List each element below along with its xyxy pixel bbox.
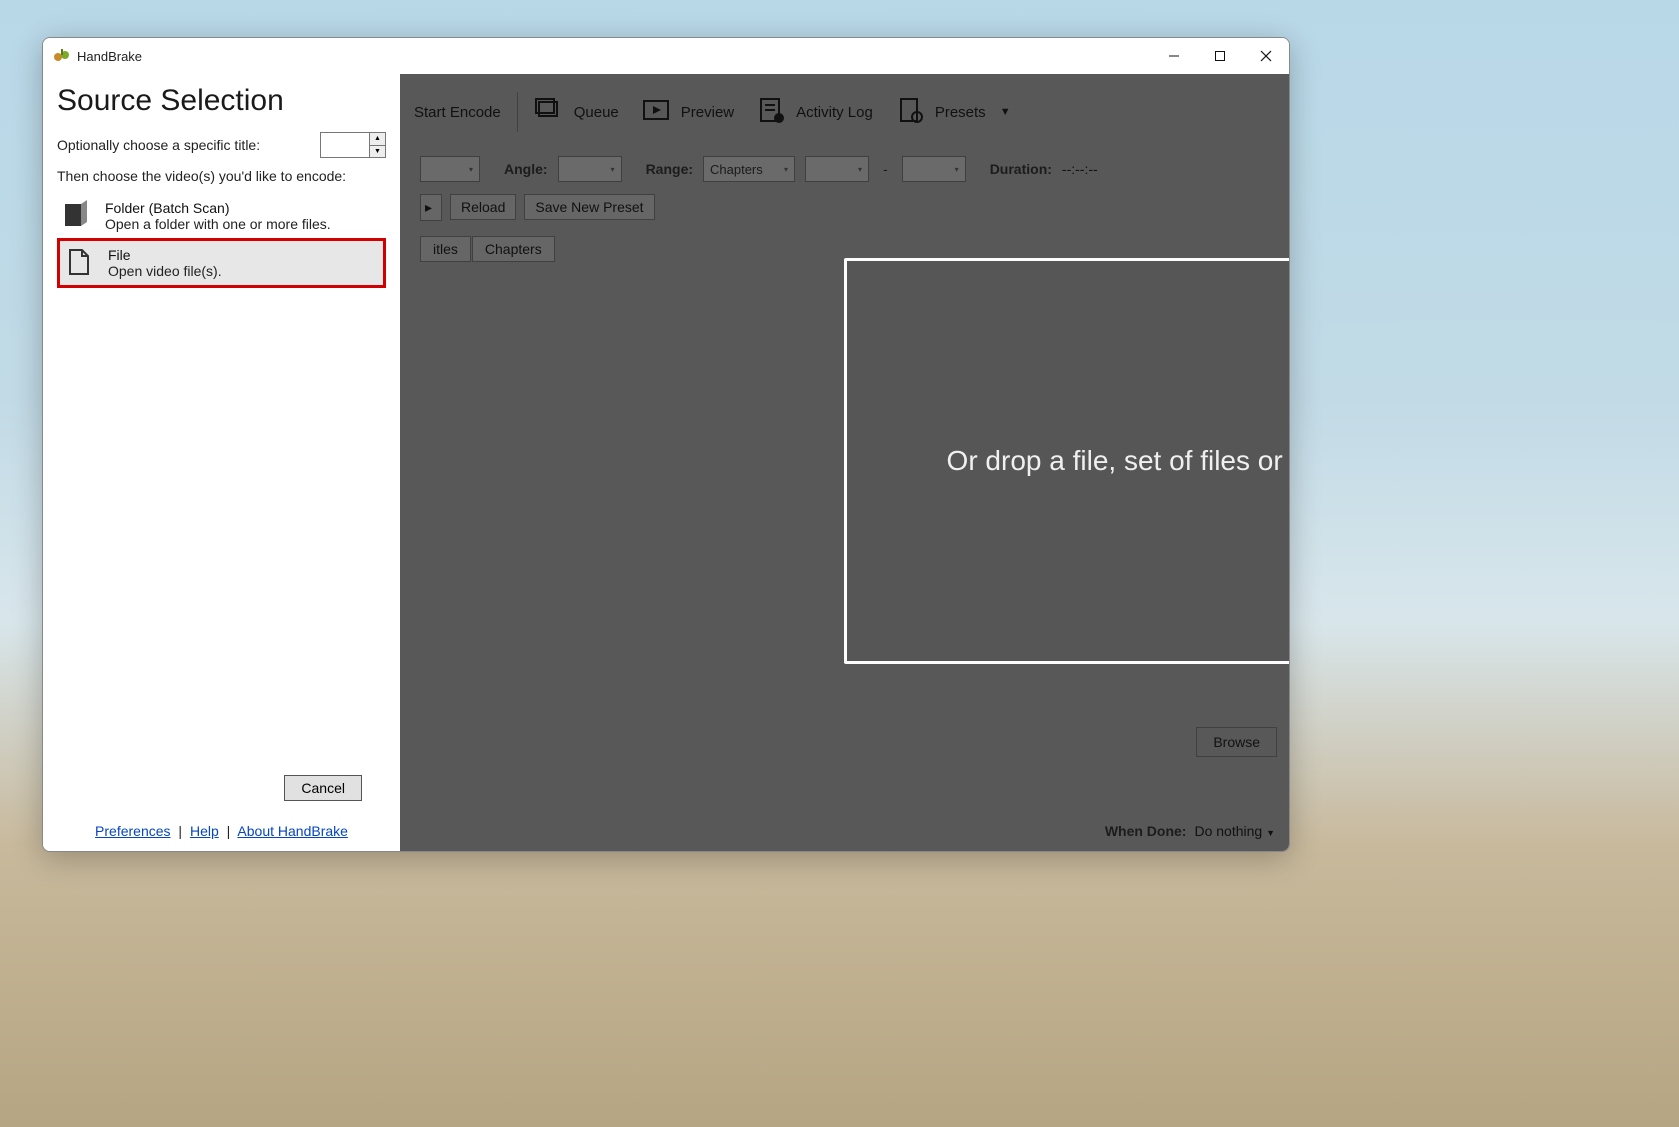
presets-label: Presets bbox=[935, 104, 986, 121]
start-encode-label: Start Encode bbox=[414, 104, 501, 121]
duration-label: Duration: bbox=[990, 161, 1052, 177]
queue-button[interactable]: Queue bbox=[524, 91, 629, 133]
cancel-button[interactable]: Cancel bbox=[284, 775, 362, 801]
encode-msg: Then choose the video(s) you'd like to e… bbox=[57, 168, 386, 184]
activity-log-label: Activity Log bbox=[796, 104, 873, 121]
spinner-down-icon[interactable]: ▼ bbox=[370, 146, 385, 158]
queue-icon bbox=[534, 95, 564, 129]
queue-label: Queue bbox=[574, 104, 619, 121]
title-row: Optionally choose a specific title: ▲ ▼ bbox=[57, 132, 386, 158]
folder-option-title: Folder (Batch Scan) bbox=[105, 200, 331, 216]
preview-label: Preview bbox=[681, 104, 734, 121]
minimize-button[interactable] bbox=[1151, 38, 1197, 74]
title-label: Optionally choose a specific title: bbox=[57, 137, 260, 153]
folder-icon bbox=[61, 200, 91, 230]
browse-button[interactable]: Browse bbox=[1196, 727, 1277, 757]
tab-chapters[interactable]: Chapters bbox=[472, 236, 555, 262]
reload-button[interactable]: Reload bbox=[450, 194, 516, 220]
preset-nav-button[interactable]: ▸ bbox=[420, 194, 442, 221]
source-selection-heading: Source Selection bbox=[57, 84, 386, 118]
window-controls bbox=[1151, 38, 1289, 74]
toolbar-separator bbox=[517, 92, 518, 132]
sep: | bbox=[178, 823, 182, 839]
app-window: HandBrake Source Selection Optionally ch… bbox=[42, 37, 1290, 852]
file-option-title: File bbox=[108, 247, 222, 263]
window-title: HandBrake bbox=[77, 49, 142, 64]
partial-combo[interactable]: ▾ bbox=[420, 156, 480, 182]
range-dash: - bbox=[879, 161, 892, 177]
presets-button[interactable]: Presets ▼ bbox=[885, 91, 1021, 133]
maximize-button[interactable] bbox=[1197, 38, 1243, 74]
folder-option-desc: Open a folder with one or more files. bbox=[105, 216, 331, 232]
save-preset-button[interactable]: Save New Preset bbox=[524, 194, 654, 220]
file-option-desc: Open video file(s). bbox=[108, 263, 222, 279]
when-done-label: When Done: bbox=[1105, 823, 1187, 839]
preview-icon bbox=[641, 95, 671, 129]
toolbar: Start Encode Queue Preview bbox=[400, 74, 1289, 150]
range-mode-combo[interactable]: Chapters▾ bbox=[703, 156, 795, 182]
folder-option[interactable]: Folder (Batch Scan) Open a folder with o… bbox=[57, 194, 386, 238]
titlebar: HandBrake bbox=[43, 38, 1289, 74]
dropzone-text: Or drop a file, set of files or folder h… bbox=[947, 445, 1289, 477]
presets-icon bbox=[895, 95, 925, 129]
title-spinner[interactable]: ▲ ▼ bbox=[320, 132, 386, 158]
client-area: Source Selection Optionally choose a spe… bbox=[43, 74, 1289, 851]
spinner-arrows: ▲ ▼ bbox=[369, 133, 385, 157]
when-done-row: When Done: Do nothing ▼ bbox=[1105, 823, 1275, 839]
when-done-value[interactable]: Do nothing ▼ bbox=[1194, 823, 1275, 839]
range-start-combo[interactable]: ▾ bbox=[805, 156, 869, 182]
source-params-row: ▾ Angle: ▾ Range: Chapters▾ ▾ - ▾ Durati… bbox=[400, 150, 1289, 188]
file-option[interactable]: File Open video file(s). bbox=[57, 238, 386, 288]
preferences-link[interactable]: Preferences bbox=[95, 823, 170, 839]
spinner-up-icon[interactable]: ▲ bbox=[370, 133, 385, 146]
help-link[interactable]: Help bbox=[190, 823, 219, 839]
app-icon bbox=[53, 47, 71, 65]
file-icon bbox=[64, 247, 94, 277]
close-button[interactable] bbox=[1243, 38, 1289, 74]
angle-combo[interactable]: ▾ bbox=[558, 156, 622, 182]
activity-log-icon bbox=[756, 95, 786, 129]
main-area-dimmed: Start Encode Queue Preview bbox=[400, 74, 1289, 851]
about-link[interactable]: About HandBrake bbox=[237, 823, 348, 839]
range-label: Range: bbox=[646, 161, 693, 177]
footer-links: Preferences | Help | About HandBrake bbox=[57, 823, 386, 839]
title-input[interactable] bbox=[321, 133, 369, 157]
range-end-combo[interactable]: ▾ bbox=[902, 156, 966, 182]
source-selection-panel: Source Selection Optionally choose a spe… bbox=[43, 74, 400, 851]
preset-row: ▸ Reload Save New Preset bbox=[400, 188, 1289, 226]
preview-button[interactable]: Preview bbox=[631, 91, 744, 133]
chevron-down-icon: ▼ bbox=[1000, 106, 1011, 118]
duration-value: --:--:-- bbox=[1062, 161, 1098, 177]
start-encode-button[interactable]: Start Encode bbox=[404, 100, 511, 125]
activity-log-button[interactable]: Activity Log bbox=[746, 91, 883, 133]
chevron-down-icon: ▼ bbox=[1266, 828, 1275, 838]
output-row: Browse bbox=[420, 723, 1277, 761]
angle-label: Angle: bbox=[504, 161, 548, 177]
sep: | bbox=[227, 823, 231, 839]
dropzone[interactable]: Or drop a file, set of files or folder h… bbox=[844, 258, 1289, 664]
tab-titles[interactable]: itles bbox=[420, 236, 471, 262]
